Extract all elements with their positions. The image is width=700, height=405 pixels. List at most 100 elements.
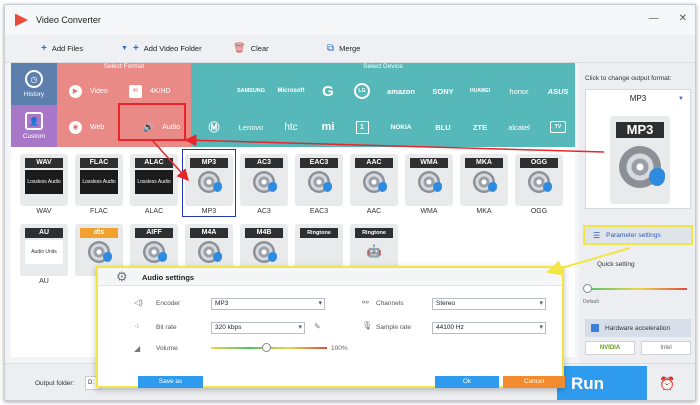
samplerate-select[interactable]: 44100 Hz (432, 322, 546, 334)
encoder-select[interactable]: MP3 (211, 298, 325, 310)
checkbox-icon (591, 324, 599, 332)
audio-disc-icon (308, 171, 332, 193)
current-format-name: MP3 (629, 94, 647, 103)
select-device-label: Select Device (363, 63, 403, 70)
parameter-settings-button[interactable]: ☰ Parameter settings (583, 225, 693, 245)
format-tile-mka[interactable]: MKA (460, 154, 508, 206)
device-tv[interactable]: TV (541, 113, 575, 141)
tile-label: Ringtone (300, 228, 338, 238)
minimize-button[interactable]: — (649, 13, 659, 24)
tile-label: WMA (410, 158, 448, 168)
audio-disc-icon (253, 241, 277, 263)
device-sony[interactable]: SONY (423, 77, 463, 105)
hardware-acceleration-toggle[interactable]: Hardware acceleration (585, 319, 691, 337)
oneplus-icon: 1 (355, 120, 369, 134)
selected-format-outline (182, 149, 236, 217)
device-motorola-icon[interactable]: Ⓜ (197, 113, 231, 141)
format-4khd-button[interactable]: 4K 4K/HD (117, 77, 191, 105)
android-icon: 🤖 (366, 244, 382, 258)
run-button[interactable]: Run (557, 366, 647, 400)
format-tile-wav[interactable]: WAV Lossless Audio (20, 154, 68, 206)
bitrate-icon: ⁘ (134, 322, 141, 331)
format-tile-flac[interactable]: FLAC Lossless Audio (75, 154, 123, 206)
bitrate-select[interactable]: 320 kbps (211, 322, 305, 334)
format-tile-wma[interactable]: WMA (405, 154, 453, 206)
device-nokia[interactable]: NOKIA (379, 113, 423, 141)
device-honor[interactable]: honor (497, 77, 541, 105)
device-oneplus[interactable]: 1 (345, 113, 379, 141)
audio-disc-icon (528, 171, 552, 193)
lossless-badge: Lossless Audio (135, 170, 173, 194)
save-as-button[interactable]: Save as (138, 376, 203, 388)
add-video-folder-button[interactable]: ▼ + Add Video Folder (121, 35, 202, 62)
tile-label: AU (25, 228, 63, 238)
tile-label: AIFF (135, 228, 173, 238)
device-htc[interactable]: htc (271, 113, 311, 141)
device-apple-icon[interactable] (197, 77, 231, 105)
output-format-panel: Click to change output format: MP3 ▼ MP3… (579, 63, 695, 373)
channels-label: Channels (376, 300, 404, 307)
format-video-button[interactable]: ▶ Video (57, 77, 124, 105)
toolbar: + Add Files ▼ + Add Video Folder 🗑 Clear… (5, 35, 695, 63)
mp3-format-tile: MP3 (610, 116, 670, 204)
device-samsung[interactable]: SAMSUNG (231, 77, 271, 105)
device-google[interactable]: G (311, 77, 345, 105)
app-title: Video Converter (36, 15, 101, 25)
intel-badge: Intel (641, 341, 691, 355)
edit-pencil-icon[interactable]: ✎ (314, 322, 321, 331)
custom-category[interactable]: 👤 Custom (11, 105, 57, 147)
format-tile-eac3[interactable]: EAC3 (295, 154, 343, 206)
format-tile-au[interactable]: AU Audio Units (20, 224, 68, 276)
audio-disc-icon (473, 171, 497, 193)
format-tile-alac[interactable]: ALAC Lossless Audio (130, 154, 178, 206)
format-web-button[interactable]: ◉ Web (57, 113, 124, 141)
device-huawei[interactable]: HUAWEI (463, 77, 497, 105)
device-microsoft[interactable]: Microsoft (271, 77, 311, 105)
tile-name: ALAC (144, 208, 164, 215)
trash-icon: 🗑 (233, 42, 246, 54)
4k-icon: 4K (129, 84, 142, 98)
clear-button[interactable]: 🗑 Clear (233, 35, 269, 62)
format-tile-ac3[interactable]: AC3 (240, 154, 288, 206)
quick-setting-slider-knob[interactable] (583, 284, 592, 293)
history-category[interactable]: ◷ History (11, 63, 57, 105)
device-amazon[interactable]: amazon (379, 77, 423, 105)
device-lenovo[interactable]: Lenovo (231, 113, 271, 141)
tile-label: M4A (190, 228, 228, 238)
audio-disc-icon (143, 241, 167, 263)
ok-button[interactable]: Ok (435, 376, 499, 388)
audio-disc-icon (198, 241, 222, 263)
select-device-section: Select Device SAMSUNG Microsoft G LG ama… (191, 63, 575, 147)
quick-setting-slider-track[interactable] (589, 288, 687, 290)
output-format-box[interactable]: MP3 ▼ MP3 (585, 89, 691, 209)
app-logo-icon (15, 13, 28, 27)
cancel-button[interactable]: Cancel (503, 376, 565, 388)
audio-units-badge: Audio Units (25, 240, 63, 264)
device-asus[interactable]: ASUS (541, 77, 575, 105)
tile-label: FLAC (80, 158, 118, 168)
device-lg[interactable]: LG (345, 77, 379, 105)
format-audio-button[interactable]: 🔊 Audio (131, 113, 191, 141)
device-xiaomi[interactable]: mi (311, 113, 345, 141)
merge-label: Merge (339, 44, 361, 53)
format-tile-aac[interactable]: AAC (350, 154, 398, 206)
samplerate-label: Sample rate (376, 324, 412, 331)
title-bar: Video Converter — ✕ (5, 5, 695, 35)
hardware-acceleration-label: Hardware acceleration (605, 324, 671, 332)
device-zte[interactable]: ZTE (463, 113, 497, 141)
lossless-badge: Lossless Audio (80, 170, 118, 194)
device-blu[interactable]: BLU (423, 113, 463, 141)
device-alcatel[interactable]: alcatel (497, 113, 541, 141)
channels-select[interactable]: Stereo (432, 298, 546, 310)
gear-icon: ⚙ (116, 269, 128, 284)
alarm-clock-icon[interactable]: ⏰ (659, 376, 675, 392)
format-tile-ogg[interactable]: OGG (515, 154, 563, 206)
add-video-folder-label: Add Video Folder (143, 44, 202, 53)
merge-button[interactable]: ⧉ Merge (327, 35, 360, 62)
close-button[interactable]: ✕ (679, 13, 687, 24)
encoder-icon: ◁) (134, 298, 143, 307)
tile-name: AU (39, 278, 49, 285)
add-files-button[interactable]: + Add Files (41, 35, 83, 62)
volume-slider-knob[interactable] (262, 343, 271, 352)
bitrate-label: Bit rate (156, 324, 177, 331)
